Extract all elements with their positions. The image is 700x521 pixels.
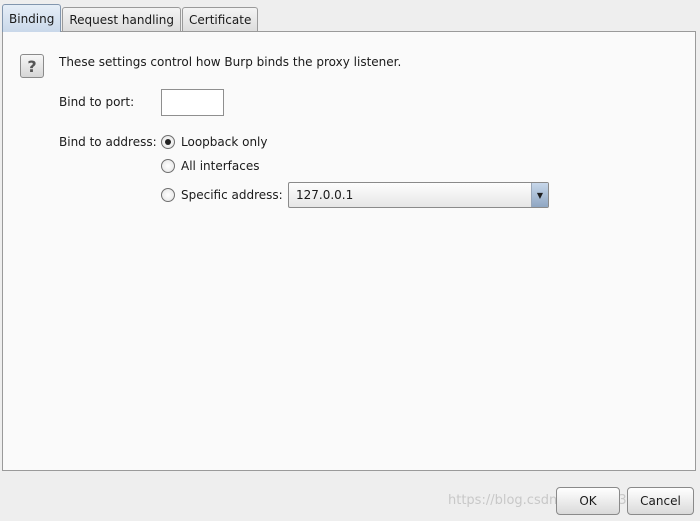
bind-port-input[interactable] — [161, 89, 224, 116]
tab-binding[interactable]: Binding — [2, 4, 62, 32]
bind-address-label: Bind to address: — [59, 135, 157, 149]
binding-description: These settings control how Burp binds th… — [59, 55, 402, 69]
radio-loopback-only[interactable]: Loopback only — [161, 133, 268, 151]
help-icon[interactable]: ? — [20, 54, 44, 78]
radio-specific-address-label: Specific address: — [181, 188, 283, 202]
radio-loopback-only-button[interactable] — [161, 135, 175, 149]
ok-button[interactable]: OK — [556, 487, 620, 515]
bind-port-label: Bind to port: — [59, 95, 135, 109]
radio-all-interfaces-label: All interfaces — [181, 159, 260, 173]
tab-request-handling[interactable]: Request handling — [62, 7, 181, 32]
radio-all-interfaces-button[interactable] — [161, 159, 175, 173]
radio-loopback-only-label: Loopback only — [181, 135, 268, 149]
specific-address-dropdown[interactable]: 127.0.0.1 ▼ — [288, 182, 549, 208]
radio-specific-address[interactable]: Specific address: — [161, 186, 283, 204]
binding-panel: ? These settings control how Burp binds … — [2, 31, 696, 471]
proxy-listener-dialog: Binding Request handling Certificate ? T… — [0, 0, 700, 521]
tab-certificate[interactable]: Certificate — [182, 7, 259, 32]
help-icon-glyph: ? — [27, 56, 37, 76]
tab-request-handling-label: Request handling — [69, 13, 174, 27]
radio-specific-address-button[interactable] — [161, 188, 175, 202]
tab-bar: Binding Request handling Certificate — [2, 2, 259, 32]
tab-binding-label: Binding — [9, 11, 55, 26]
specific-address-value: 127.0.0.1 — [296, 188, 354, 202]
radio-all-interfaces[interactable]: All interfaces — [161, 157, 259, 175]
chevron-down-icon[interactable]: ▼ — [531, 183, 548, 207]
cancel-button[interactable]: Cancel — [627, 487, 694, 515]
tab-certificate-label: Certificate — [189, 13, 252, 27]
